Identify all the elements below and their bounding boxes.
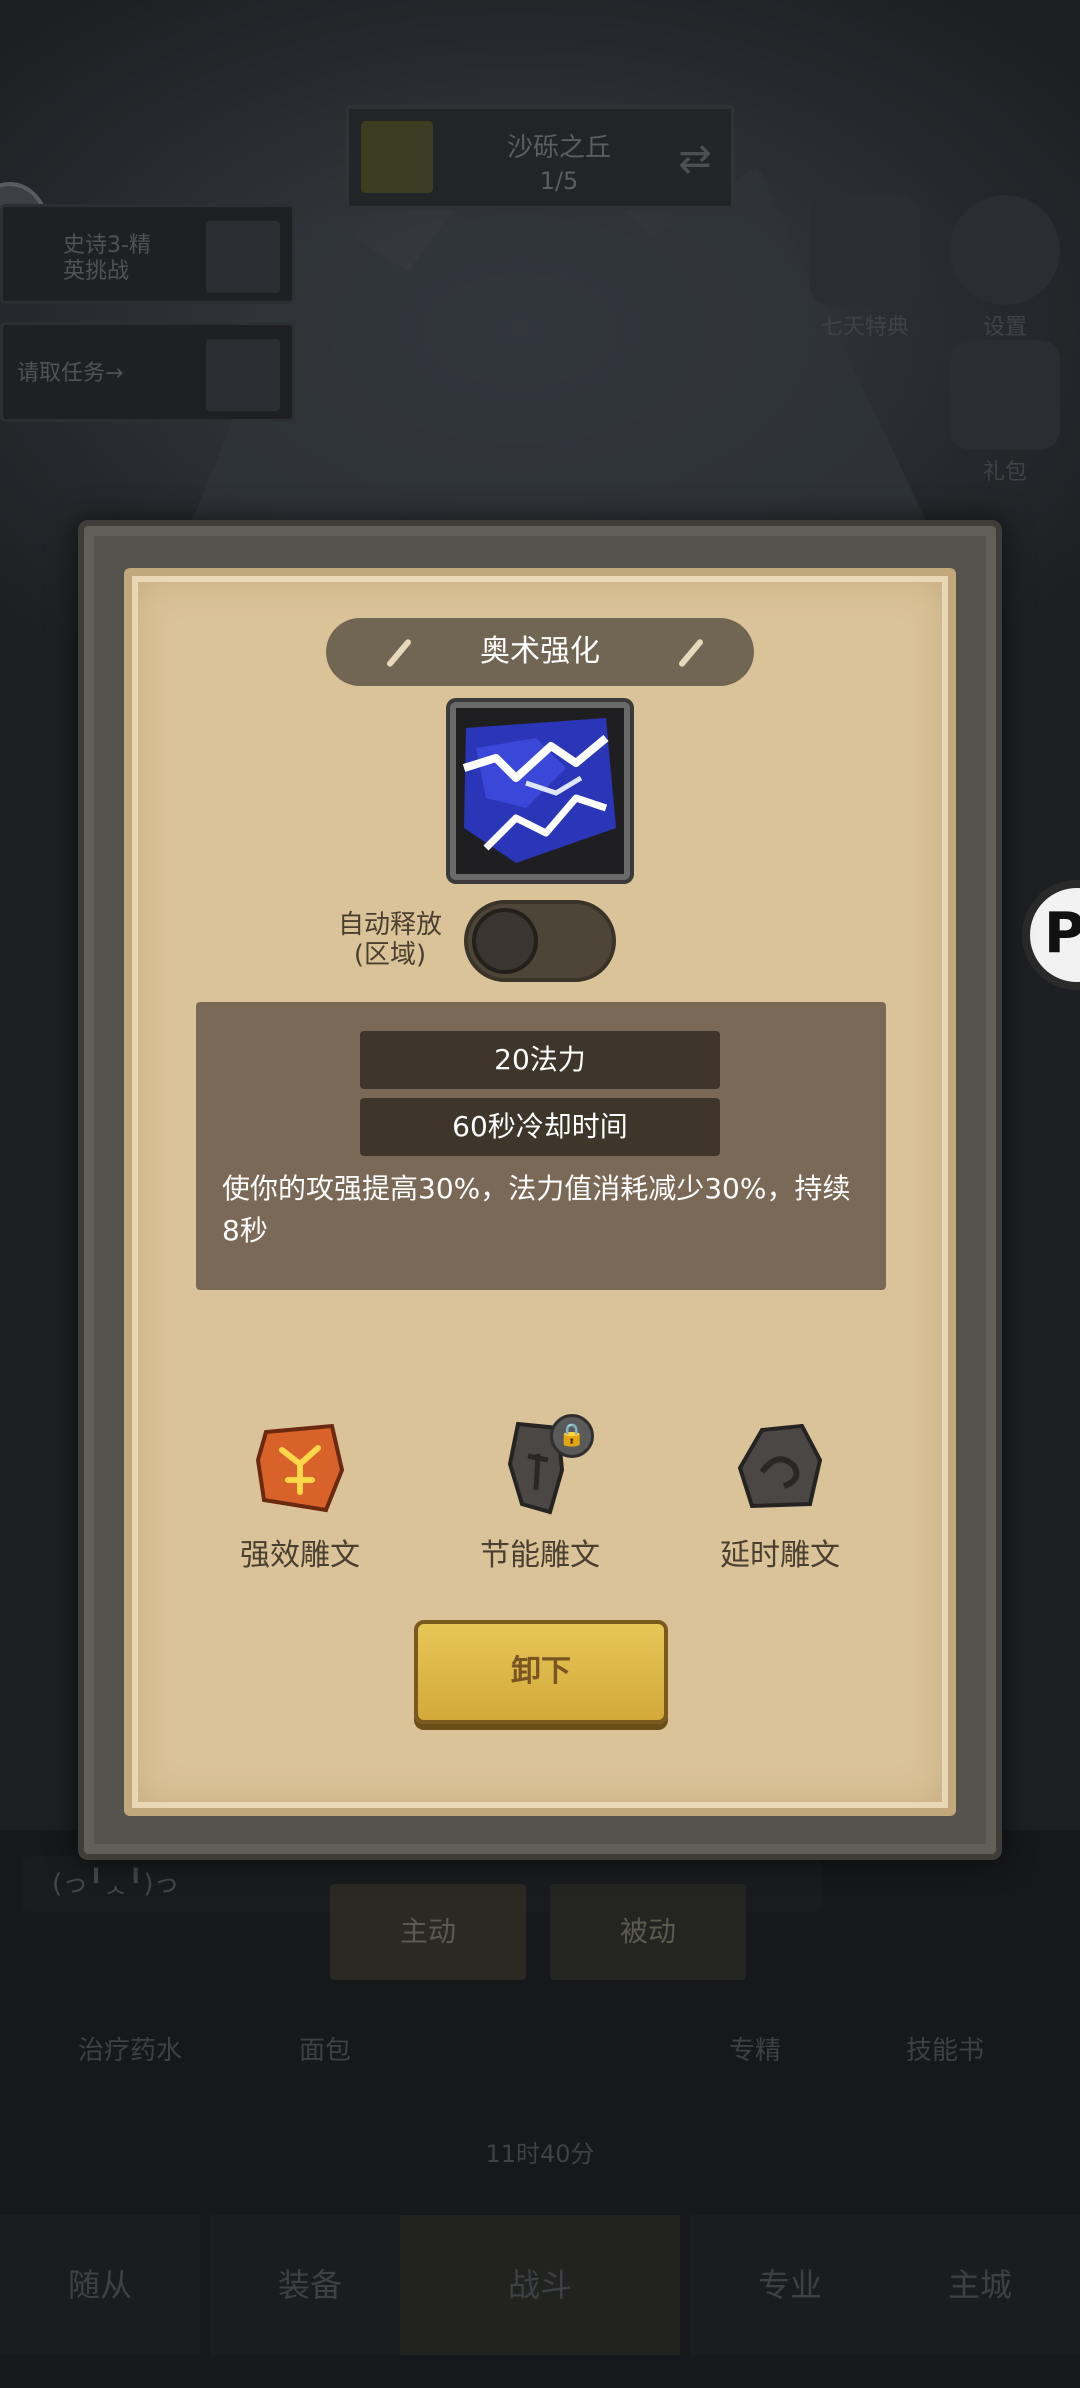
rune-label: 延时雕文 — [720, 1538, 840, 1573]
nav-battle[interactable]: 战斗 — [400, 2215, 680, 2355]
task-text: 史诗3-精 英挑战 — [63, 233, 151, 284]
item-specialization[interactable]: 专精 — [680, 2030, 830, 2067]
nav-equipment[interactable]: 装备 — [210, 2215, 410, 2355]
seven-day-gift-icon[interactable]: 七天特典 — [800, 195, 930, 341]
auto-cast-label: 自动释放 (区域) — [337, 910, 442, 970]
item-skill-book[interactable]: 技能书 — [870, 2030, 1020, 2067]
task-card-2[interactable]: 请取任务→ — [0, 322, 295, 422]
duration-rune-icon — [732, 1420, 828, 1516]
skill-title: 奥术强化 — [480, 634, 600, 669]
task-card-1[interactable]: 史诗3-精 英挑战 — [0, 204, 295, 304]
power-rune-icon — [252, 1420, 348, 1516]
cooldown-badge: 60秒冷却时间 — [360, 1098, 720, 1156]
side-icon-label: 礼包 — [982, 460, 1027, 485]
efficiency-rune-icon: 🔒 — [492, 1414, 594, 1516]
nav-profession[interactable]: 专业 — [690, 2215, 890, 2355]
task-reward-box — [206, 339, 280, 411]
lock-icon: 🔒 — [550, 1414, 594, 1458]
arcane-lightning-icon — [450, 702, 630, 880]
nav-main-city[interactable]: 主城 — [880, 2215, 1080, 2355]
toggle-knob — [472, 908, 538, 974]
rune-efficiency[interactable]: 🔒 节能雕文 — [440, 1414, 640, 1574]
mana-cost-badge: 20法力 — [360, 1031, 720, 1089]
tab-passive-skills[interactable]: 被动 — [550, 1884, 746, 1980]
stage-thumbnail — [361, 121, 433, 193]
gift-pack-icon[interactable]: 礼包 — [940, 340, 1070, 486]
rune-label: 强效雕文 — [240, 1538, 360, 1573]
timer: 11时40分 — [485, 2140, 595, 2168]
mode-tabs: 主动 被动 — [330, 1884, 750, 1984]
nav-followers[interactable]: 随从 — [0, 2215, 200, 2355]
tab-active-skills[interactable]: 主动 — [330, 1884, 526, 1980]
side-icon-label: 七天特典 — [820, 315, 909, 340]
stage-card[interactable]: 沙砾之丘 1/5 ⇄ — [345, 105, 735, 210]
settings-gear-icon[interactable]: 设置 — [945, 195, 1065, 341]
stage-progress: 1/5 — [539, 167, 579, 195]
stage-name: 沙砾之丘 — [506, 133, 611, 163]
skill-description: 使你的攻强提高30%，法力值消耗减少30%，持续8秒 — [222, 1172, 851, 1247]
side-icon-label: 设置 — [982, 315, 1027, 340]
rune-label: 节能雕文 — [480, 1538, 600, 1573]
unequip-button[interactable]: 卸下 — [414, 1620, 668, 1724]
task-reward-box — [206, 221, 280, 293]
swap-icon[interactable]: ⇄ — [671, 135, 719, 183]
skill-title-banner: 奥术强化 — [326, 618, 754, 686]
rune-duration[interactable]: 延时雕文 — [680, 1420, 880, 1574]
task-text: 请取任务→ — [17, 361, 124, 386]
item-health-potion[interactable]: 治疗药水 — [55, 2030, 205, 2067]
rune-power[interactable]: 强效雕文 — [200, 1420, 400, 1574]
auto-cast-toggle[interactable] — [464, 900, 616, 982]
item-bread[interactable]: 面包 — [250, 2030, 400, 2067]
banner-decoration — [677, 638, 705, 668]
banner-decoration — [385, 638, 413, 668]
